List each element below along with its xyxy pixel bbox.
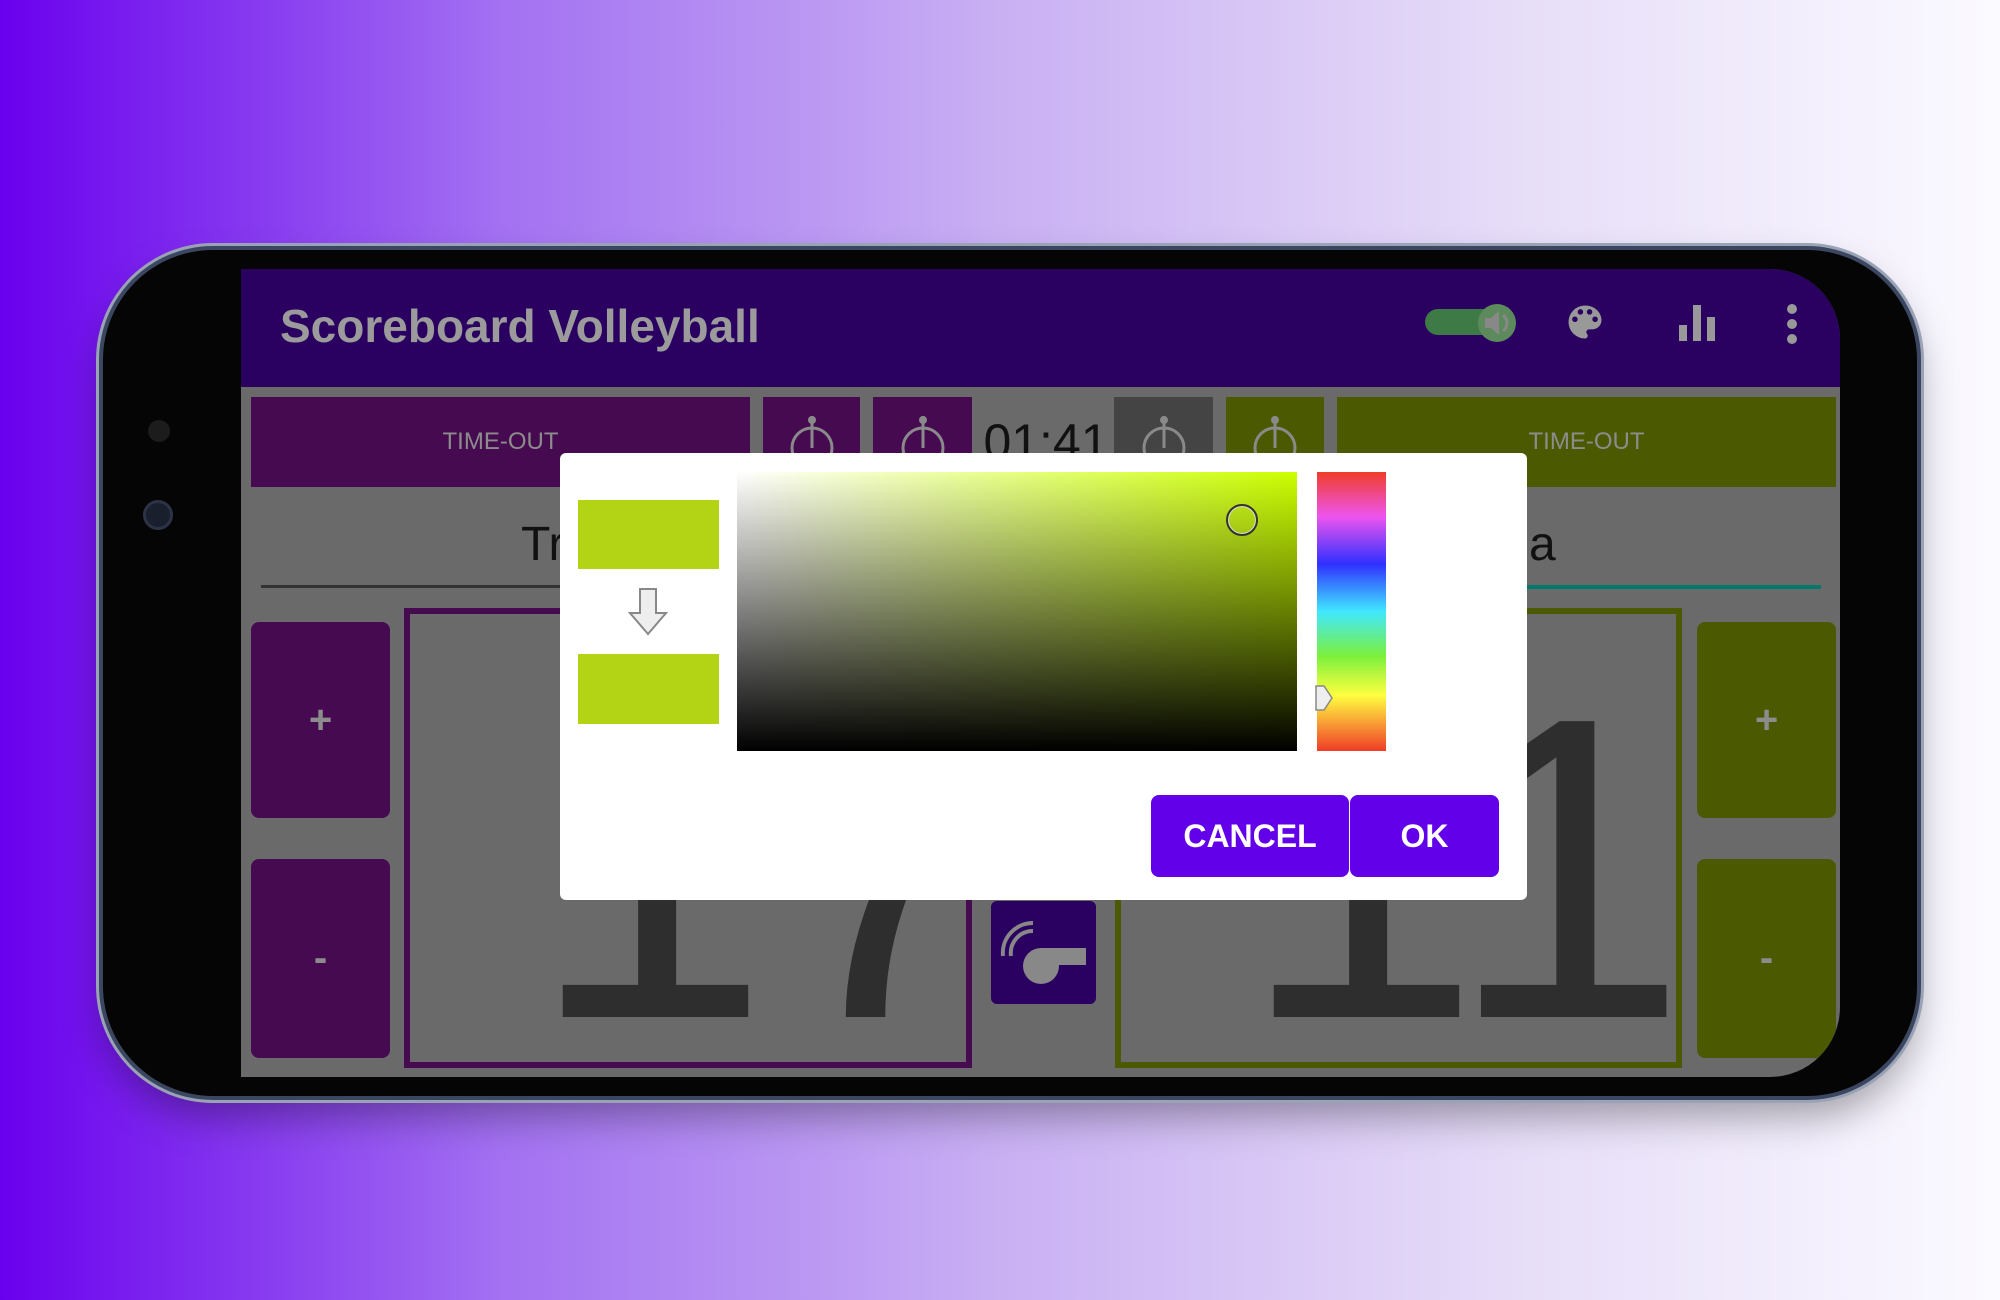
old-color-swatch (578, 500, 719, 569)
sensor (148, 420, 170, 442)
palette-icon[interactable] (1563, 299, 1607, 345)
left-plus-button[interactable]: + (251, 622, 390, 818)
left-team-name[interactable]: Tr (521, 517, 565, 572)
arrow-down-icon (627, 588, 669, 636)
new-color-swatch (578, 654, 719, 724)
right-minus-button[interactable]: - (1697, 859, 1836, 1058)
app-title: Scoreboard Volleyball (280, 300, 760, 352)
right-team-underline (1521, 585, 1821, 589)
app-bar: Scoreboard Volleyball (241, 269, 1840, 387)
whistle-button[interactable] (991, 901, 1096, 1004)
right-plus-button[interactable]: + (1697, 622, 1836, 818)
whistle-icon (1000, 920, 1086, 984)
saturation-value-area[interactable] (737, 472, 1297, 751)
ok-button[interactable]: OK (1350, 795, 1499, 877)
sound-toggle-icon[interactable] (1425, 303, 1520, 342)
stats-bar-chart-icon[interactable] (1677, 305, 1717, 341)
color-picker-dialog: CANCEL OK (560, 453, 1527, 900)
more-vert-icon[interactable] (1786, 303, 1798, 345)
left-minus-button[interactable]: - (251, 859, 390, 1058)
right-team-name[interactable]: a (1529, 517, 1556, 572)
cancel-button[interactable]: CANCEL (1151, 795, 1349, 877)
color-selector-handle[interactable] (1226, 504, 1258, 536)
front-camera (143, 500, 173, 530)
hue-slider-handle[interactable] (1315, 685, 1333, 711)
